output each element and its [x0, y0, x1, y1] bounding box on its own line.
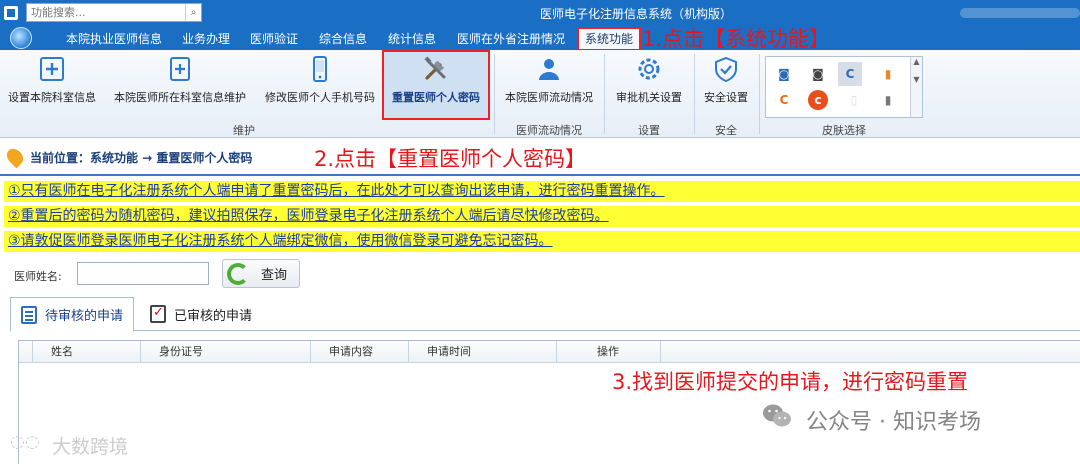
menu-tab-system[interactable]: 系统功能 [577, 27, 642, 51]
ribbon: 设置本院科室信息 本院医师所在科室信息维护 修改医师个人手机号码 重置医师个人密… [0, 50, 1080, 138]
tab-reviewed-label: 已审核的申请 [174, 308, 253, 324]
skin-option-icon[interactable]: c [808, 90, 828, 110]
skin-option-icon[interactable]: ◙ [774, 64, 794, 84]
physician-flow-label: 本院医师流动情况 [505, 91, 593, 104]
group-label-skin: 皮肤选择 [822, 124, 866, 137]
skin-gallery: ◙ ◙ C ▮ C c ▯ ▮ ▲ ▼ [765, 56, 923, 118]
app-icon [4, 5, 18, 20]
add-box-icon [38, 55, 66, 83]
department-maintain-label: 本院医师所在科室信息维护 [114, 91, 246, 104]
doc-plus-icon [166, 55, 194, 83]
app-orb-icon[interactable] [10, 27, 32, 49]
group-label-flow: 医师流动情况 [516, 124, 582, 137]
query-button[interactable]: 查询 [222, 259, 300, 288]
wechat-icon [763, 404, 791, 427]
skin-option-icon[interactable]: ◙ [808, 64, 828, 84]
breadcrumb-divider [0, 174, 1080, 176]
function-search-box[interactable]: ⌕ [26, 3, 202, 22]
menu-tab-business[interactable]: 业务办理 [176, 28, 236, 50]
annotation-step3: 3.找到医师提交的申请，进行密码重置 [612, 370, 969, 394]
application-tabs: 待审核的申请 已审核的申请 [10, 297, 1080, 332]
location-pin-icon [3, 145, 27, 169]
tab-reviewed[interactable]: 已审核的申请 [140, 297, 262, 331]
skin-scrollbar[interactable]: ▲ ▼ [910, 57, 922, 117]
gear-icon [635, 55, 663, 83]
doctor-name-label: 医师姓名: [14, 270, 62, 283]
shield-icon [712, 55, 740, 83]
skin-option-icon[interactable]: ▮ [878, 90, 898, 110]
group-separator [494, 54, 495, 134]
skin-option-icon[interactable]: C [838, 62, 862, 86]
menu-tab-verification[interactable]: 医师验证 [244, 28, 304, 50]
notice-1: ①只有医师在电子化注册系统个人端申请了重置密码后，在此处才可以查询出该申请，进行… [4, 181, 1080, 202]
user-icon [535, 55, 563, 83]
notice-2: ②重置后的密码为随机密码，建议拍照保存，医师登录电子化注册系统个人端后请尽快修改… [4, 206, 1080, 227]
approval-authority-label: 审批机关设置 [616, 91, 682, 104]
menu-tab-statistics[interactable]: 统计信息 [382, 28, 442, 50]
col-request-content[interactable]: 申请内容 [311, 341, 409, 363]
search-icon[interactable]: ⌕ [185, 4, 201, 21]
reset-password-button[interactable]: 重置医师个人密码 [382, 50, 490, 120]
checklist-icon [150, 305, 166, 323]
phone-icon [306, 55, 334, 83]
approval-authority-button[interactable]: 审批机关设置 [608, 52, 690, 120]
menu-tab-comprehensive[interactable]: 综合信息 [313, 28, 373, 50]
function-search-input[interactable] [27, 4, 185, 21]
skin-option-icon[interactable]: ▮ [878, 64, 898, 84]
doctor-name-input[interactable] [77, 262, 209, 285]
group-label-maintain: 维护 [233, 124, 255, 137]
group-separator [759, 54, 760, 134]
menu-tab-physician-info[interactable]: 本院执业医师信息 [60, 28, 168, 50]
row-header-cell [19, 341, 33, 363]
grid-header: 姓名 身份证号 申请内容 申请时间 操作 [19, 341, 1080, 363]
skin-option-icon[interactable]: C [774, 90, 794, 110]
annotation-step2: 2.点击【重置医师个人密码】 [314, 147, 587, 171]
reset-password-label: 重置医师个人密码 [392, 91, 480, 104]
edit-phone-button[interactable]: 修改医师个人手机号码 [258, 52, 382, 120]
menu-bar: 本院执业医师信息 业务办理 医师验证 综合信息 统计信息 医师在外省注册情况 系… [0, 25, 1080, 51]
group-separator [604, 54, 605, 134]
tab-pending-label: 待审核的申请 [45, 309, 124, 324]
security-settings-label: 安全设置 [704, 91, 748, 104]
group-label-security: 安全 [715, 124, 737, 137]
physician-flow-button[interactable]: 本院医师流动情况 [497, 52, 601, 120]
security-settings-button[interactable]: 安全设置 [696, 52, 756, 120]
col-request-time[interactable]: 申请时间 [409, 341, 557, 363]
menu-tab-other-province[interactable]: 医师在外省注册情况 [451, 28, 571, 50]
refresh-icon [227, 262, 249, 285]
group-label-settings: 设置 [638, 124, 660, 137]
skin-option-icon[interactable]: ▯ [844, 90, 864, 110]
watermark-logo-icon: ◌◌ [10, 432, 40, 452]
col-action[interactable]: 操作 [557, 341, 661, 363]
annotation-step1: 1.点击【系统功能】 [642, 27, 831, 51]
set-department-label: 设置本院科室信息 [8, 91, 96, 104]
applications-grid: 姓名 身份证号 申请内容 申请时间 操作 [18, 340, 1080, 464]
watermark-right: 公众号 · 知识考场 [806, 410, 981, 435]
blurred-area [960, 8, 1080, 18]
breadcrumb-text: 当前位置：系统功能 → 重置医师个人密码 [30, 150, 253, 165]
notice-3: ③请敦促医师登录医师电子化注册系统个人端绑定微信，使用微信登录可避免忘记密码。 [4, 231, 1080, 252]
set-department-button[interactable]: 设置本院科室信息 [2, 52, 102, 120]
col-id-number[interactable]: 身份证号 [141, 341, 311, 363]
list-icon [21, 305, 37, 324]
title-bar: ⌕ 医师电子化注册信息系统（机构版） [0, 0, 1080, 25]
watermark-left: 大数跨境 [52, 436, 129, 458]
window-title: 医师电子化注册信息系统（机构版） [540, 7, 733, 21]
department-maintain-button[interactable]: 本院医师所在科室信息维护 [106, 52, 254, 120]
tools-icon [422, 55, 450, 83]
group-separator [694, 54, 695, 134]
col-name[interactable]: 姓名 [33, 341, 141, 363]
query-button-label: 查询 [261, 268, 288, 283]
tab-pending[interactable]: 待审核的申请 [10, 297, 135, 332]
edit-phone-label: 修改医师个人手机号码 [265, 91, 375, 104]
